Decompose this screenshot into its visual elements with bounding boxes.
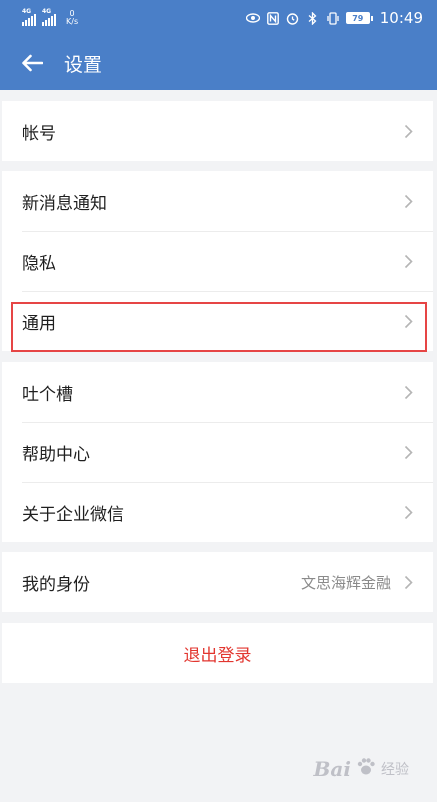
battery-indicator: 79 bbox=[345, 12, 373, 24]
status-left: 4G 4G 0 K/s bbox=[22, 8, 78, 26]
chevron-right-icon bbox=[403, 313, 413, 329]
settings-item-label: 通用 bbox=[22, 313, 56, 334]
settings-item-label: 隐私 bbox=[22, 253, 56, 274]
network-type-label: 4G bbox=[22, 8, 32, 15]
settings-item-label: 我的身份 bbox=[22, 574, 90, 595]
support-group: 吐个槽 帮助中心 关于企业微信 bbox=[2, 362, 433, 542]
identity-group: 我的身份 文思海辉金融 bbox=[2, 552, 433, 612]
watermark-sub: 经验 bbox=[381, 762, 409, 778]
settings-item-general[interactable]: 通用 bbox=[2, 291, 433, 351]
settings-item-label: 帮助中心 bbox=[22, 444, 90, 465]
network-speed: 0 K/s bbox=[66, 10, 78, 26]
settings-item-account[interactable]: 帐号 bbox=[2, 101, 433, 161]
chevron-right-icon bbox=[403, 193, 413, 209]
watermark: Bai 经验 bbox=[314, 756, 409, 782]
chevron-right-icon bbox=[403, 384, 413, 400]
bluetooth-icon bbox=[306, 11, 320, 25]
back-arrow-icon bbox=[22, 54, 43, 72]
vibrate-icon bbox=[326, 11, 340, 25]
signal-icon-2: 4G bbox=[42, 8, 56, 26]
signal-icon: 4G bbox=[22, 8, 36, 26]
chevron-right-icon bbox=[403, 123, 413, 139]
identity-value: 文思海辉金融 bbox=[300, 573, 391, 592]
logout-group: 退出登录 bbox=[2, 623, 433, 683]
speed-unit: K/s bbox=[66, 17, 79, 26]
settings-item-notifications[interactable]: 新消息通知 bbox=[2, 171, 433, 231]
settings-item-about[interactable]: 关于企业微信 bbox=[2, 482, 433, 542]
logout-button[interactable]: 退出登录 bbox=[2, 623, 433, 683]
settings-item-identity[interactable]: 我的身份 文思海辉金融 bbox=[2, 552, 433, 612]
eye-icon bbox=[245, 11, 260, 25]
page-title: 设置 bbox=[64, 53, 103, 76]
settings-item-feedback[interactable]: 吐个槽 bbox=[2, 362, 433, 422]
status-right: 79 10:49 bbox=[245, 9, 423, 27]
app-bar: 设置 bbox=[0, 36, 437, 90]
settings-item-label: 帐号 bbox=[22, 123, 56, 144]
settings-item-label: 新消息通知 bbox=[22, 193, 107, 214]
settings-item-label: 吐个槽 bbox=[22, 384, 73, 405]
watermark-text: Bai bbox=[313, 757, 351, 781]
settings-item-label: 关于企业微信 bbox=[22, 504, 124, 525]
status-time: 10:49 bbox=[379, 9, 423, 27]
chevron-right-icon bbox=[403, 444, 413, 460]
account-group: 帐号 bbox=[2, 101, 433, 161]
nfc-icon bbox=[266, 11, 280, 25]
preferences-group: 新消息通知 隐私 通用 bbox=[2, 171, 433, 351]
chevron-right-icon bbox=[403, 574, 413, 590]
status-bar: 4G 4G 0 K/s 79 10:49 bbox=[0, 0, 437, 36]
chevron-right-icon bbox=[403, 253, 413, 269]
paw-icon bbox=[355, 756, 377, 782]
logout-label: 退出登录 bbox=[183, 645, 252, 666]
network-type-label-2: 4G bbox=[42, 8, 52, 15]
chevron-right-icon bbox=[403, 504, 413, 520]
alarm-icon bbox=[286, 11, 300, 25]
settings-item-privacy[interactable]: 隐私 bbox=[2, 231, 433, 291]
settings-item-help[interactable]: 帮助中心 bbox=[2, 422, 433, 482]
back-button[interactable] bbox=[18, 49, 46, 77]
